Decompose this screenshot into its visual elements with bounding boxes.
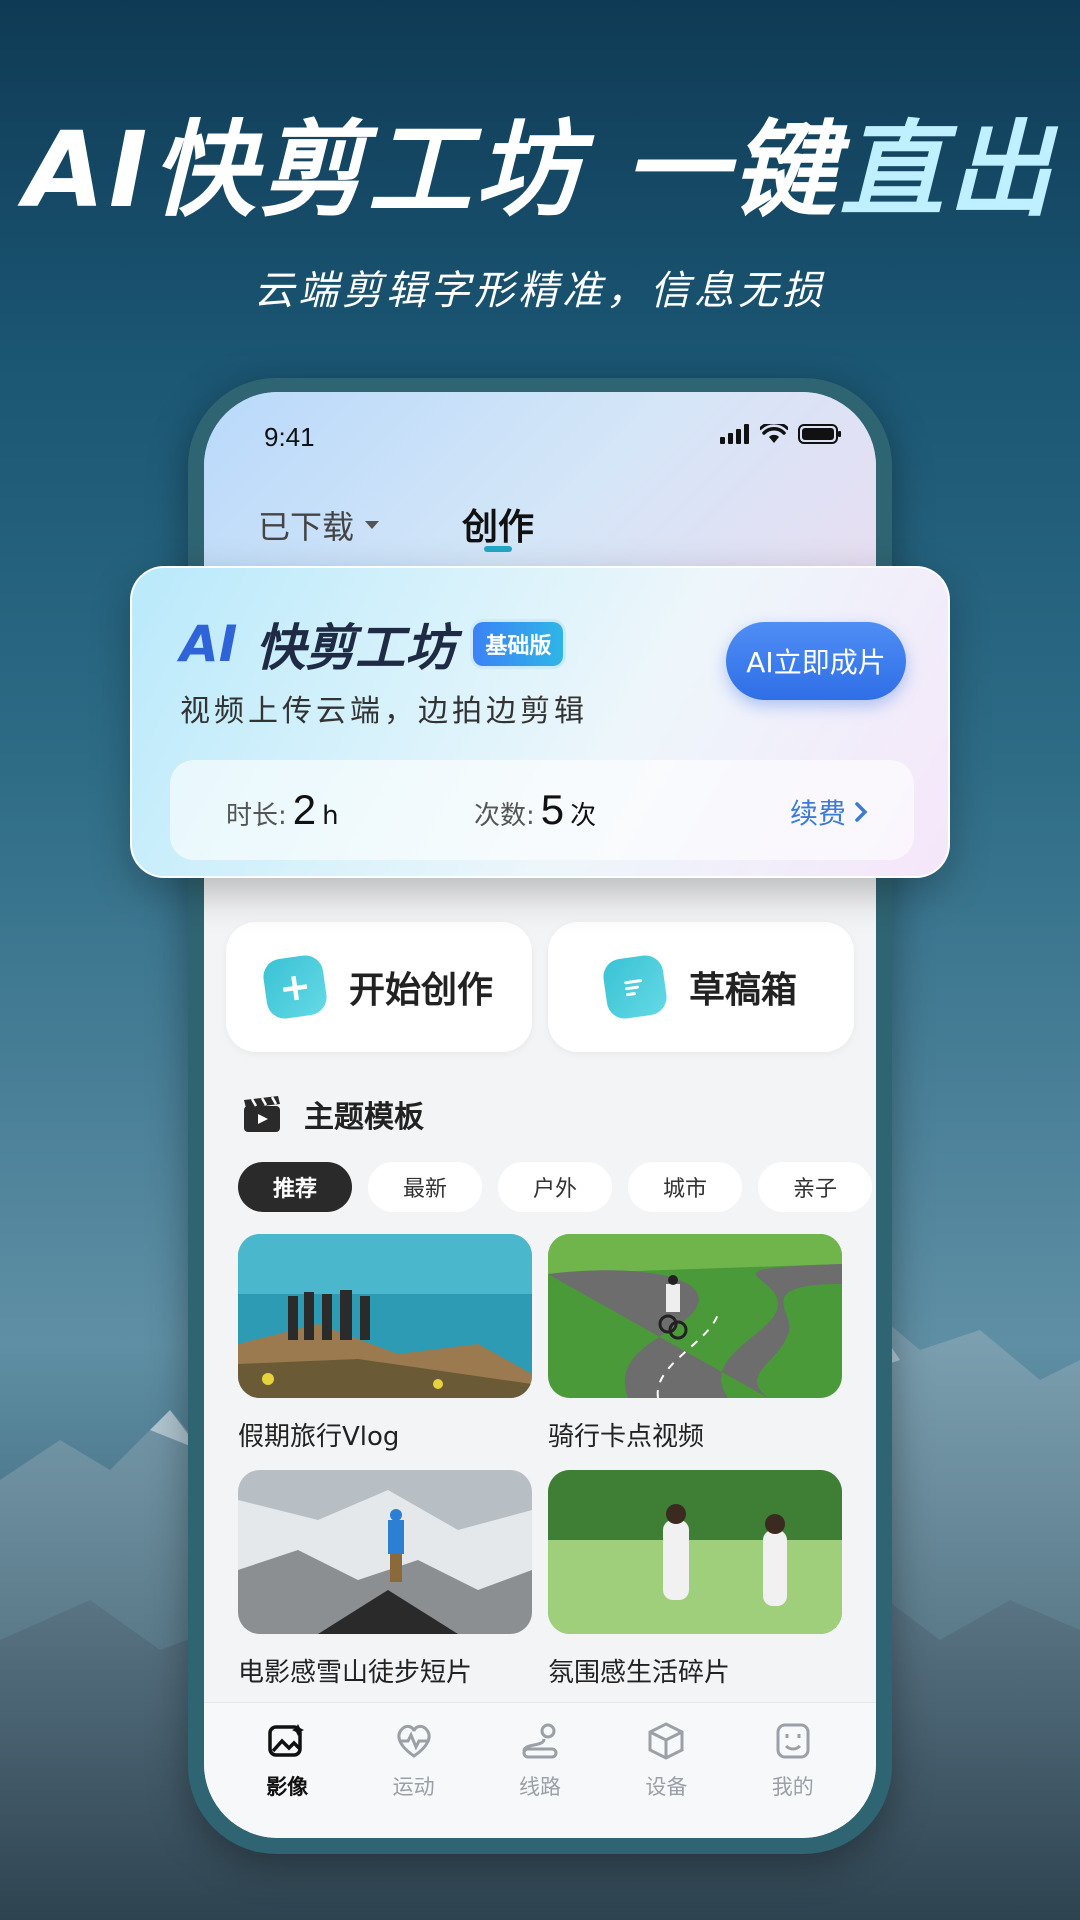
renew-link[interactable]: 续费	[790, 792, 868, 832]
chip-latest[interactable]: 最新	[368, 1162, 482, 1212]
caret-down-icon	[365, 521, 380, 529]
image-icon	[268, 1724, 305, 1757]
template-title: 骑行卡点视频	[548, 1422, 705, 1452]
nav-label-routes: 线路	[518, 1775, 561, 1799]
renew-label: 续费	[789, 797, 846, 830]
chip-family[interactable]: 亲子	[758, 1162, 872, 1212]
template-filter-chips: 推荐 最新 户外 城市 亲子	[238, 1162, 872, 1212]
ai-generate-button[interactable]: AI立即成片	[726, 622, 906, 700]
battery-icon	[798, 424, 841, 444]
start-creating-label: 开始创作	[348, 970, 493, 1011]
subheadline: 云端剪辑字形精准，信息无损	[254, 268, 826, 314]
duration-value: 2	[292, 786, 317, 833]
template-thumbnail	[548, 1470, 842, 1634]
template-thumbnail	[548, 1234, 842, 1398]
ai-card-title: AI 快剪工坊 基础版	[180, 608, 564, 680]
bottom-navigation: 影像 运动 线路 设备 我的	[204, 1702, 876, 1838]
chip-city[interactable]: 城市	[628, 1162, 742, 1212]
plan-badge: 基础版	[473, 622, 564, 666]
ai-card-title-text: 快剪工坊	[255, 619, 456, 677]
status-time: 9:41	[264, 422, 315, 452]
count-value: 5	[540, 786, 565, 833]
count-unit: 次	[570, 801, 597, 831]
template-thumbnail	[238, 1234, 532, 1398]
nav-item-routes[interactable]: 线路	[485, 1703, 595, 1838]
signal-icon	[720, 424, 749, 444]
nav-label-images: 影像	[266, 1775, 309, 1799]
wifi-icon	[760, 424, 788, 443]
chevron-right-icon	[855, 802, 868, 822]
nav-label-devices: 设备	[645, 1775, 688, 1799]
drafts-label: 草稿箱	[688, 970, 797, 1011]
cube-icon	[648, 1722, 684, 1760]
template-title: 假期旅行Vlog	[238, 1422, 400, 1452]
ai-card-title-prefix: AI	[180, 615, 238, 673]
nav-label-profile: 我的	[771, 1775, 814, 1799]
headline-accent: 直出	[839, 109, 1056, 231]
template-card[interactable]: 骑行卡点视频	[548, 1234, 842, 1453]
template-card[interactable]: 电影感雪山徒步短片	[238, 1470, 532, 1689]
nav-item-sports[interactable]: 运动	[359, 1703, 469, 1838]
nav-item-profile[interactable]: 我的	[738, 1703, 848, 1838]
tab-downloaded[interactable]: 已下载	[258, 502, 380, 548]
start-creating-button[interactable]: + 开始创作	[226, 922, 532, 1052]
status-icons	[720, 424, 842, 444]
profile-icon	[776, 1723, 810, 1759]
duration-stat: 时长: 2 h	[226, 786, 339, 834]
template-section-title: 主题模板	[304, 1100, 424, 1135]
duration-label: 时长:	[226, 801, 287, 831]
route-icon	[522, 1723, 558, 1759]
template-card[interactable]: 氛围感生活碎片	[548, 1470, 842, 1689]
drafts-button[interactable]: 草稿箱	[548, 922, 854, 1052]
tab-active-indicator	[484, 546, 512, 552]
nav-item-devices[interactable]: 设备	[611, 1703, 721, 1838]
template-thumbnail	[238, 1470, 532, 1634]
template-card[interactable]: 假期旅行Vlog	[238, 1234, 532, 1453]
headline-main: AI快剪工坊 一键	[24, 109, 840, 231]
count-stat: 次数: 5 次	[474, 786, 596, 834]
count-label: 次数:	[474, 801, 535, 831]
tab-downloaded-label: 已下载	[258, 508, 355, 546]
tab-create[interactable]: 创作	[462, 498, 534, 550]
ai-usage-stats: 时长: 2 h 次数: 5 次 续费	[170, 760, 914, 860]
chip-recommended[interactable]: 推荐	[238, 1162, 352, 1212]
heart-pulse-icon	[397, 1724, 431, 1758]
document-icon	[601, 953, 669, 1021]
headline: AI快剪工坊 一键直出	[0, 118, 1080, 222]
chip-outdoor[interactable]: 户外	[498, 1162, 612, 1212]
nav-item-images[interactable]: 影像	[232, 1703, 342, 1838]
clapperboard-icon	[244, 1096, 280, 1132]
template-title: 氛围感生活碎片	[548, 1658, 731, 1688]
plus-icon: +	[261, 953, 329, 1021]
duration-unit: h	[322, 801, 339, 831]
ai-card-description: 视频上传云端，边拍边剪辑	[180, 694, 588, 729]
template-title: 电影感雪山徒步短片	[238, 1658, 473, 1688]
nav-label-sports: 运动	[392, 1775, 435, 1799]
template-section-header: 主题模板	[240, 1092, 424, 1136]
ai-quick-edit-card: AI 快剪工坊 基础版 视频上传云端，边拍边剪辑 AI立即成片 时长: 2 h …	[130, 566, 950, 878]
